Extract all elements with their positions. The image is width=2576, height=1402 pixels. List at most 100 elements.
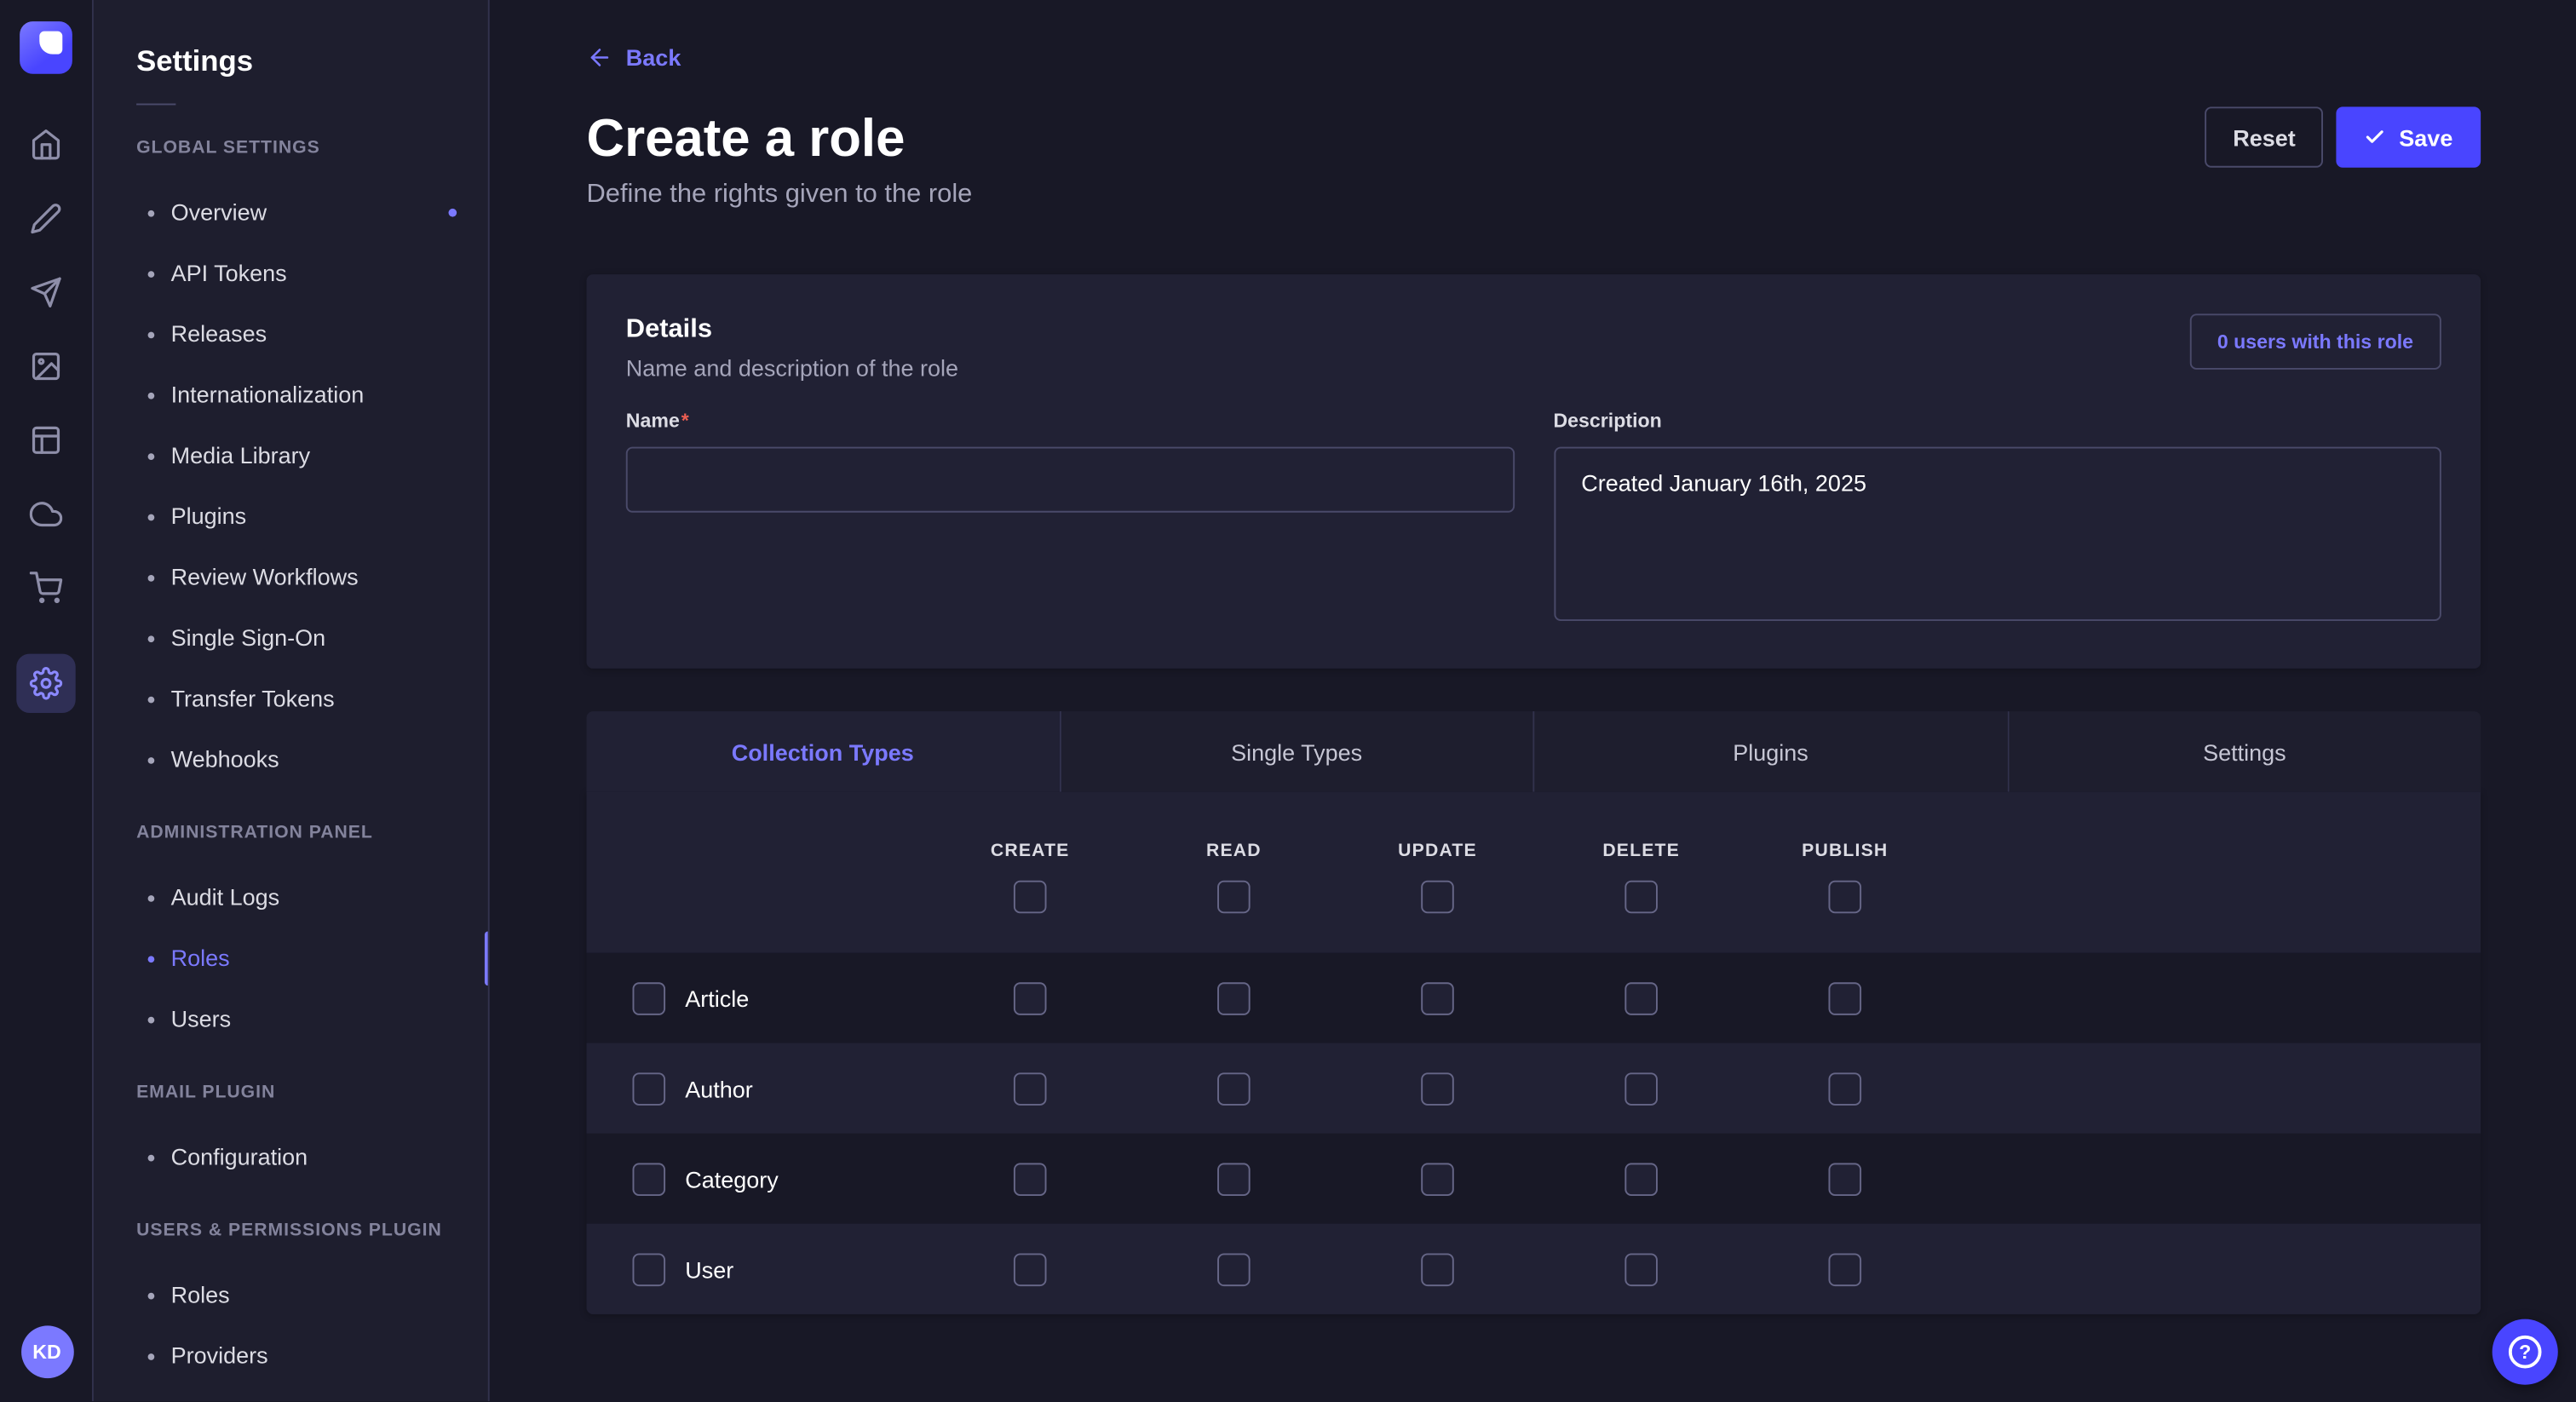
column-header-create: CREATE <box>991 841 1070 860</box>
save-button[interactable]: Save <box>2337 106 2481 167</box>
checkbox-user-create[interactable] <box>1014 1253 1047 1286</box>
sidebar-item-roles-admin[interactable]: Roles <box>94 928 488 989</box>
checkbox-author-update[interactable] <box>1421 1072 1454 1105</box>
strapi-logo-mark <box>39 32 62 55</box>
sidebar-item-providers[interactable]: Providers <box>94 1325 488 1386</box>
sidebar-item-label: Providers <box>171 1342 268 1370</box>
settings-sidebar: Settings GLOBAL SETTINGS Overview API To… <box>94 0 490 1401</box>
bullet-icon <box>148 452 155 459</box>
checkbox-author-read[interactable] <box>1217 1072 1251 1105</box>
row-checkbox-author[interactable] <box>632 1072 665 1105</box>
cloud-icon[interactable] <box>16 493 75 536</box>
checkbox-author-publish[interactable] <box>1828 1072 1861 1105</box>
bullet-icon <box>148 270 155 277</box>
checkbox-article-read[interactable] <box>1217 981 1251 1014</box>
checkbox-article-create[interactable] <box>1014 981 1047 1014</box>
page-title: Create a role <box>586 105 972 170</box>
sidebar-item-users[interactable]: Users <box>94 989 488 1049</box>
sidebar-item-roles-up[interactable]: Roles <box>94 1265 488 1325</box>
checkbox-user-read[interactable] <box>1217 1253 1251 1286</box>
row-checkbox-category[interactable] <box>632 1162 665 1195</box>
sidebar-item-label: Plugins <box>171 503 247 531</box>
sidebar-item-releases[interactable]: Releases <box>94 304 488 365</box>
sidebar-item-plugins[interactable]: Plugins <box>94 486 488 547</box>
select-all-read-checkbox[interactable] <box>1217 881 1251 914</box>
settings-gear-icon[interactable] <box>16 654 75 713</box>
sidebar-item-label: Overview <box>171 198 267 227</box>
bullet-icon <box>148 955 155 962</box>
checkbox-user-delete[interactable] <box>1624 1253 1658 1286</box>
checkbox-article-update[interactable] <box>1421 981 1454 1014</box>
header-actions: Reset Save <box>2205 106 2481 167</box>
main-nav-rail: KD <box>0 0 94 1401</box>
required-asterisk: * <box>681 409 689 432</box>
check-icon <box>2365 126 2386 147</box>
permissions-card: Collection Types Single Types Plugins Se… <box>586 711 2481 1314</box>
checkbox-user-update[interactable] <box>1421 1253 1454 1286</box>
name-input[interactable] <box>626 447 1514 513</box>
table-row-article: Article <box>586 953 2481 1043</box>
checkbox-category-publish[interactable] <box>1828 1162 1861 1195</box>
select-all-publish-checkbox[interactable] <box>1828 881 1861 914</box>
sidebar-item-label: Roles <box>171 1281 230 1309</box>
sidebar-item-label: Review Workflows <box>171 563 359 591</box>
content-manager-icon[interactable] <box>16 197 75 239</box>
user-avatar[interactable]: KD <box>20 1325 73 1378</box>
help-button[interactable]: ? <box>2493 1319 2558 1385</box>
sidebar-item-label: Audit Logs <box>171 884 280 912</box>
checkbox-author-delete[interactable] <box>1624 1072 1658 1105</box>
sidebar-item-label: Internationalization <box>171 381 365 409</box>
back-link[interactable]: Back <box>586 44 681 71</box>
section-label: ADMINISTRATION PANEL <box>136 823 488 844</box>
details-form: Name* Description Created January 16th, … <box>626 409 2441 629</box>
select-all-update-checkbox[interactable] <box>1421 881 1454 914</box>
bullet-icon <box>148 1292 155 1299</box>
sidebar-item-overview[interactable]: Overview <box>94 182 488 243</box>
checkbox-author-create[interactable] <box>1014 1072 1047 1105</box>
checkbox-article-delete[interactable] <box>1624 981 1658 1014</box>
sidebar-item-audit-logs[interactable]: Audit Logs <box>94 867 488 928</box>
permissions-table: CREATE READ UPDATE DELETE PUBLISH <box>586 792 2481 1314</box>
sidebar-item-internationalization[interactable]: Internationalization <box>94 365 488 425</box>
sidebar-item-label: Media Library <box>171 442 311 470</box>
strapi-logo[interactable] <box>20 21 72 74</box>
name-label: Name* <box>626 409 1514 434</box>
sidebar-item-webhooks[interactable]: Webhooks <box>94 729 488 790</box>
media-library-icon[interactable] <box>16 345 75 388</box>
send-icon[interactable] <box>16 271 75 313</box>
checkbox-category-create[interactable] <box>1014 1162 1047 1195</box>
checkbox-article-publish[interactable] <box>1828 981 1861 1014</box>
tab-plugins[interactable]: Plugins <box>1532 711 2006 792</box>
checkbox-category-read[interactable] <box>1217 1162 1251 1195</box>
sidebar-item-label: API Tokens <box>171 260 287 288</box>
home-icon[interactable] <box>16 124 75 166</box>
checkbox-user-publish[interactable] <box>1828 1253 1861 1286</box>
sidebar-item-label: Webhooks <box>171 746 279 774</box>
bullet-icon <box>148 1154 155 1161</box>
sidebar-item-review-workflows[interactable]: Review Workflows <box>94 547 488 607</box>
reset-button[interactable]: Reset <box>2205 106 2323 167</box>
column-header-read: READ <box>1206 841 1262 860</box>
row-checkbox-user[interactable] <box>632 1253 665 1286</box>
content-type-builder-icon[interactable] <box>16 419 75 462</box>
users-with-role-button[interactable]: 0 users with this role <box>2189 313 2441 370</box>
table-row-category: Category <box>586 1134 2481 1224</box>
checkbox-category-delete[interactable] <box>1624 1162 1658 1195</box>
tab-single-types[interactable]: Single Types <box>1059 711 1532 792</box>
sidebar-item-single-sign-on[interactable]: Single Sign-On <box>94 608 488 669</box>
sidebar-item-api-tokens[interactable]: API Tokens <box>94 243 488 303</box>
sidebar-item-configuration[interactable]: Configuration <box>94 1127 488 1187</box>
select-all-delete-checkbox[interactable] <box>1624 881 1658 914</box>
sidebar-item-media-library[interactable]: Media Library <box>94 425 488 486</box>
tab-settings[interactable]: Settings <box>2007 711 2481 792</box>
tab-collection-types[interactable]: Collection Types <box>586 711 1058 792</box>
select-all-create-checkbox[interactable] <box>1014 881 1047 914</box>
checkbox-category-update[interactable] <box>1421 1162 1454 1195</box>
sidebar-item-label: Configuration <box>171 1143 308 1171</box>
marketplace-cart-icon[interactable] <box>16 566 75 609</box>
description-textarea[interactable]: Created January 16th, 2025 <box>1553 447 2441 621</box>
bullet-icon <box>148 574 155 581</box>
row-checkbox-article[interactable] <box>632 981 665 1014</box>
permissions-column-headers: CREATE READ UPDATE DELETE PUBLISH <box>586 792 2481 861</box>
sidebar-item-transfer-tokens[interactable]: Transfer Tokens <box>94 669 488 729</box>
